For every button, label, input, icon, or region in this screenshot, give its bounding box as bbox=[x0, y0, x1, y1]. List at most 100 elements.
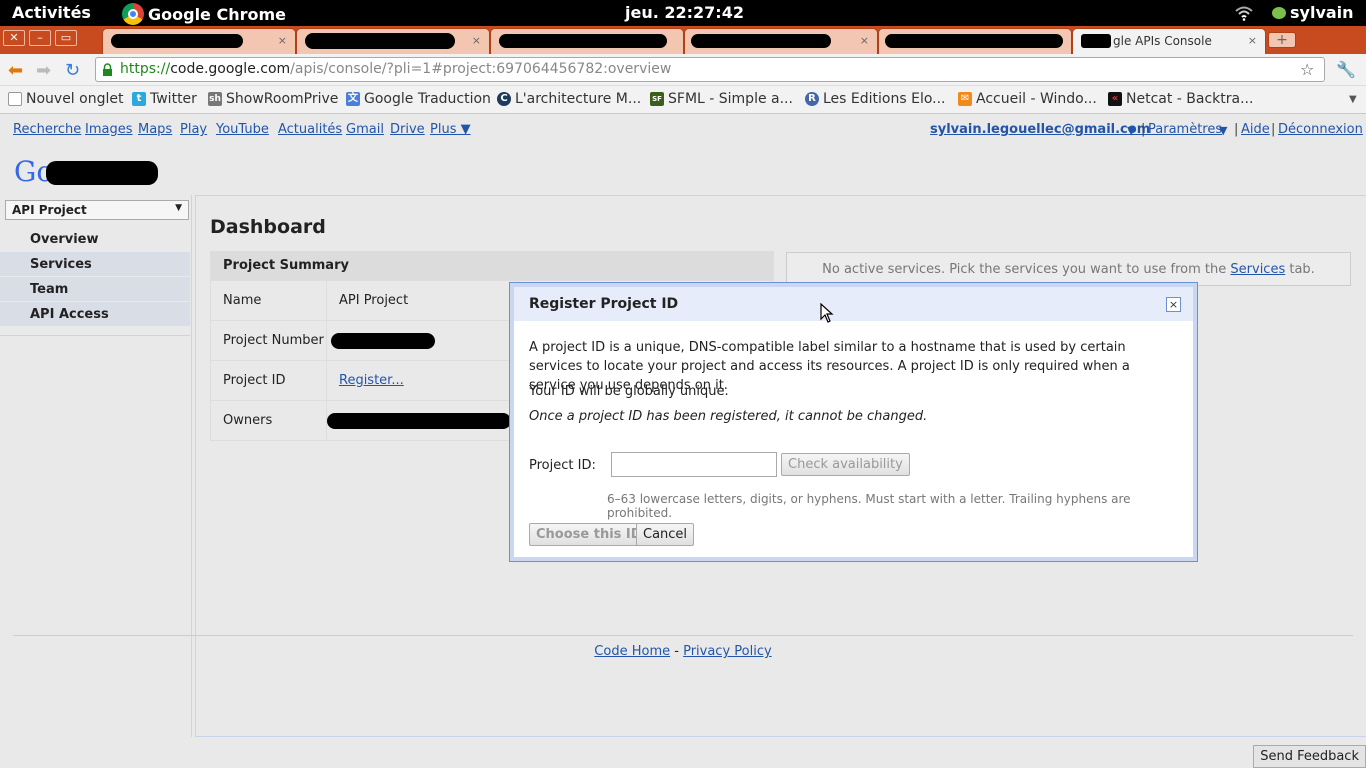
register-project-id-dialog: Register Project ID × A project ID is a … bbox=[509, 282, 1198, 562]
tab-strip: ✕ – ▭ × × × gle APIs Console × + bbox=[0, 26, 1366, 54]
reload-icon[interactable]: ↻ bbox=[65, 60, 80, 81]
bookmark-label: Google Traduction bbox=[364, 91, 491, 107]
wrench-menu-icon[interactable]: 🔧 bbox=[1336, 60, 1356, 79]
divider bbox=[0, 335, 190, 336]
mouse-cursor-icon bbox=[820, 303, 834, 323]
bookmark-label: Nouvel onglet bbox=[26, 91, 124, 107]
account-link[interactable]: sylvain.legouellec@gmail.com bbox=[930, 122, 1150, 137]
project-id-hint: 6–63 lowercase letters, digits, or hyphe… bbox=[607, 492, 1131, 520]
bookmark-item[interactable]: ✉ Accueil - Windo... bbox=[958, 91, 1097, 107]
back-icon[interactable]: ⬅ bbox=[8, 60, 23, 81]
app-menu[interactable]: Google Chrome bbox=[122, 3, 286, 25]
bookmark-item[interactable]: t Twitter bbox=[132, 91, 197, 107]
dropdown-arrow-icon: ▼ bbox=[175, 203, 182, 213]
window-minimize-icon[interactable]: – bbox=[29, 30, 51, 46]
row-label: Owners bbox=[223, 413, 273, 428]
check-availability-button[interactable]: Check availability bbox=[781, 453, 910, 476]
send-feedback-button[interactable]: Send Feedback bbox=[1253, 745, 1366, 768]
editions-icon: R bbox=[805, 92, 819, 106]
user-menu[interactable]: sylvain bbox=[1272, 3, 1354, 22]
netcat-icon: « bbox=[1108, 92, 1122, 106]
gbar-link-youtube[interactable]: YouTube bbox=[216, 122, 269, 137]
google-code-logo[interactable]: Go bbox=[14, 155, 158, 188]
new-tab-icon[interactable]: + bbox=[1268, 32, 1296, 48]
bookmark-label: Netcat - Backtra... bbox=[1126, 91, 1254, 107]
activities-button[interactable]: Activités bbox=[12, 3, 91, 22]
bookmark-item[interactable]: 文 Google Traduction bbox=[346, 91, 491, 107]
twitter-icon: t bbox=[132, 92, 146, 106]
bookmark-label: Twitter bbox=[150, 91, 197, 107]
tab-title: gle APIs Console bbox=[1113, 34, 1212, 48]
redaction bbox=[305, 33, 455, 49]
tab-close-icon[interactable]: × bbox=[278, 34, 287, 47]
sidebar-item-api-access[interactable]: API Access bbox=[0, 302, 190, 327]
browser-tab[interactable]: × bbox=[102, 28, 296, 54]
url-path: /apis/console/?pli=1#project:69706445678… bbox=[290, 61, 672, 77]
help-link[interactable]: Aide bbox=[1241, 122, 1270, 137]
redaction bbox=[327, 413, 511, 429]
logout-link[interactable]: Déconnexion bbox=[1278, 122, 1363, 137]
lock-icon bbox=[103, 63, 112, 76]
bookmark-item[interactable]: SF SFML - Simple a... bbox=[650, 91, 793, 107]
browser-tab[interactable]: × bbox=[296, 28, 490, 54]
system-top-bar: Activités Google Chrome jeu. 22:27:42 sy… bbox=[0, 0, 1366, 26]
register-link[interactable]: Register... bbox=[339, 373, 404, 388]
separator: | bbox=[1234, 122, 1239, 137]
tab-close-icon[interactable]: × bbox=[860, 34, 869, 47]
gbar-link-images[interactable]: Images bbox=[85, 122, 133, 137]
project-name: API Project bbox=[12, 203, 87, 217]
gbar-link-recherche[interactable]: Recherche bbox=[13, 122, 81, 137]
browser-tab[interactable] bbox=[878, 28, 1072, 54]
browser-tab[interactable] bbox=[490, 28, 684, 54]
clock[interactable]: jeu. 22:27:42 bbox=[625, 3, 744, 22]
wifi-icon[interactable] bbox=[1235, 5, 1253, 21]
gbar-link-drive[interactable]: Drive bbox=[390, 122, 425, 137]
gbar-link-maps[interactable]: Maps bbox=[138, 122, 172, 137]
chrome-logo-icon bbox=[122, 3, 144, 25]
gbar-link-play[interactable]: Play bbox=[180, 122, 207, 137]
browser-tab[interactable]: × bbox=[684, 28, 878, 54]
bookmark-item[interactable]: sh ShowRoomPrive bbox=[208, 91, 338, 107]
browser-toolbar: ⬅ ➡ ↻ https://code.google.com/apis/conso… bbox=[0, 54, 1366, 86]
bookmark-item[interactable]: C L'architecture M... bbox=[497, 91, 641, 107]
dialog-warning: Once a project ID has been registered, i… bbox=[529, 409, 928, 424]
gbar-link-plus[interactable]: Plus ▼ bbox=[430, 122, 471, 137]
tab-close-icon[interactable]: × bbox=[472, 34, 481, 47]
window-maximize-icon[interactable]: ▭ bbox=[55, 30, 77, 46]
gbar-link-gmail[interactable]: Gmail bbox=[346, 122, 384, 137]
address-bar[interactable]: https://code.google.com/apis/console/?pl… bbox=[95, 57, 1325, 82]
page-icon bbox=[8, 92, 22, 106]
settings-dropdown-icon[interactable]: ▼ bbox=[1219, 124, 1227, 137]
showroom-icon: sh bbox=[208, 92, 222, 106]
sidebar-item-team[interactable]: Team bbox=[0, 277, 190, 302]
separator: | bbox=[1271, 122, 1276, 137]
sidebar-item-services[interactable]: Services bbox=[0, 252, 190, 277]
tab-close-icon[interactable]: × bbox=[1248, 34, 1257, 47]
privacy-policy-link[interactable]: Privacy Policy bbox=[683, 644, 772, 659]
cancel-button[interactable]: Cancel bbox=[636, 523, 695, 546]
account-dropdown-icon[interactable]: ▼ bbox=[1127, 124, 1135, 137]
sidebar-item-overview[interactable]: Overview bbox=[0, 227, 190, 252]
services-link[interactable]: Services bbox=[1230, 262, 1285, 277]
bookmark-star-icon[interactable]: ☆ bbox=[1300, 60, 1314, 79]
code-home-link[interactable]: Code Home bbox=[594, 644, 670, 659]
row-label: Project ID bbox=[223, 373, 286, 388]
project-id-input[interactable] bbox=[611, 452, 777, 477]
bookmark-item[interactable]: R Les Editions Elo... bbox=[805, 91, 946, 107]
window-close-icon[interactable]: ✕ bbox=[3, 30, 25, 46]
browser-tab-active[interactable]: gle APIs Console × bbox=[1072, 28, 1266, 54]
bookmarks-overflow-icon[interactable]: ▼ bbox=[1349, 94, 1357, 105]
page-title: Dashboard bbox=[210, 216, 326, 238]
url-scheme: https:// bbox=[120, 61, 171, 77]
settings-link[interactable]: Paramètres bbox=[1148, 122, 1222, 137]
gbar-link-actualites[interactable]: Actualités bbox=[278, 122, 342, 137]
bookmark-item[interactable]: « Netcat - Backtra... bbox=[1108, 91, 1253, 107]
bookmark-item[interactable]: Nouvel onglet bbox=[8, 91, 123, 107]
project-selector[interactable]: API Project ▼ bbox=[5, 200, 189, 220]
bookmark-label: ShowRoomPrive bbox=[226, 91, 339, 107]
close-icon[interactable]: × bbox=[1166, 297, 1181, 312]
bookmark-label: Accueil - Windo... bbox=[976, 91, 1097, 107]
forward-icon[interactable]: ➡ bbox=[36, 60, 51, 81]
bookmark-label: SFML - Simple a... bbox=[668, 91, 793, 107]
choose-id-button[interactable]: Choose this ID bbox=[529, 523, 649, 546]
